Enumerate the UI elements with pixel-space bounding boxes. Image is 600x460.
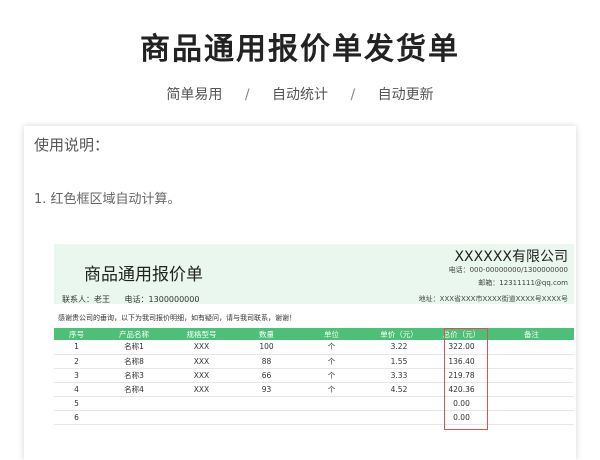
table-cell[interactable] [234,396,299,411]
table-cell[interactable] [364,410,434,425]
column-header: 规格型号 [169,328,234,340]
table-cell[interactable]: 5 [54,396,99,411]
table-cell[interactable]: 2 [54,354,99,369]
table-row: 1 名称1 XXX 100 个 3.22 322.00 [54,340,574,355]
page-title: 商品通用报价单发货单 [140,32,460,67]
table-row: 3 名称3 XXX 66 个 3.33 219.78 [54,368,574,383]
table-cell[interactable]: 322.00 [434,340,489,355]
preview-card: 使用说明： 1. 红色框区域自动计算。 商品通用报价单 XXXXXX有限公司 电… [24,126,576,460]
sheet-header: 商品通用报价单 XXXXXX有限公司 电话：000-00000000/13000… [54,244,574,304]
table-cell[interactable]: 个 [299,368,364,383]
table-cell[interactable]: 100 [234,340,299,355]
column-header: 单价（元） [364,328,434,340]
table-cell[interactable]: 136.40 [434,354,489,369]
table-cell[interactable]: 个 [299,382,364,397]
column-header: 数量 [234,328,299,340]
table-cell[interactable]: 1.55 [364,354,434,369]
table-cell[interactable]: 88 [234,354,299,369]
table-row: 6 0.00 [54,410,574,425]
table-cell[interactable]: XXX [169,382,234,397]
contact-phone: 电话：1300000000 [124,295,200,304]
table-row: 4 名称4 XXX 93 个 4.52 420.36 [54,382,574,397]
column-header: 总价（元） [434,328,489,340]
feature-item: 自动更新 [377,87,434,103]
contact-person: 联系人：老王 [62,295,110,304]
table-cell[interactable]: 3.22 [364,340,434,355]
table-cell[interactable]: 0.00 [434,396,489,411]
table-row: 5 0.00 [54,396,574,411]
table-cell[interactable] [169,410,234,425]
usage-item: 1. 红色框区域自动计算。 [34,192,181,207]
table-cell[interactable] [489,410,574,425]
table-cell[interactable]: 3.33 [364,368,434,383]
table-cell[interactable] [299,396,364,411]
table-cell[interactable]: XXX [169,354,234,369]
feature-item: 简单易用 [166,87,223,103]
table-cell[interactable] [99,396,169,411]
table-cell[interactable]: 93 [234,382,299,397]
table-cell[interactable]: 个 [299,354,364,369]
contact-line: 联系人：老王 电话：1300000000 [62,294,211,305]
items-table: 序号 产品名称 规格型号 数量 单位 单价（元） 总价（元） 备注 1 名称1 XX… [54,328,574,425]
company-address: 地址：XXX省XXX市XXXX街道XXXX号XXXX号 [418,295,568,303]
table-cell[interactable] [299,410,364,425]
table-cell[interactable] [489,354,574,369]
table-cell[interactable]: 0.00 [434,410,489,425]
table-cell[interactable] [489,382,574,397]
thanks-text: 感谢贵公司的垂询，以下为我司报价明细，如有疑问，请与我司联系，谢谢！ [58,314,296,322]
column-header: 序号 [54,328,99,340]
table-body: 1 名称1 XXX 100 个 3.22 322.00 2 名称8 XXX 88 个 1.55 136.4… [54,340,574,425]
table-cell[interactable] [489,340,574,355]
table-cell[interactable] [169,396,234,411]
table-cell[interactable]: 个 [299,340,364,355]
table-cell[interactable]: XXX [169,340,234,355]
table-cell[interactable]: 66 [234,368,299,383]
table-cell[interactable]: 4.52 [364,382,434,397]
table-cell[interactable]: 4 [54,382,99,397]
column-header: 备注 [489,328,574,340]
table-header-row: 序号 产品名称 规格型号 数量 单位 单价（元） 总价（元） 备注 [54,328,574,340]
table-cell[interactable]: 219.78 [434,368,489,383]
table-cell[interactable]: 6 [54,410,99,425]
quote-sheet: 商品通用报价单 XXXXXX有限公司 电话：000-00000000/13000… [54,244,574,460]
table-cell[interactable]: 名称1 [99,340,169,355]
table-cell[interactable] [364,396,434,411]
column-header: 单位 [299,328,364,340]
table-cell[interactable] [99,410,169,425]
table-row: 2 名称8 XXX 88 个 1.55 136.40 [54,354,574,369]
table-cell[interactable]: 3 [54,368,99,383]
company-email: 邮箱：12311111@qq.com [478,279,568,287]
feature-item: 自动统计 [272,87,328,103]
table-cell[interactable]: 名称4 [99,382,169,397]
feature-separator: / [244,87,250,103]
usage-title: 使用说明： [34,136,110,154]
feature-separator: / [350,87,356,103]
company-name: XXXXXX有限公司 [454,249,568,265]
feature-list: 简单易用 / 自动统计 / 自动更新 [0,84,600,104]
table-cell[interactable] [489,368,574,383]
table-cell[interactable]: 1 [54,340,99,355]
column-header: 产品名称 [99,328,169,340]
table-cell[interactable] [234,410,299,425]
table-cell[interactable]: 名称3 [99,368,169,383]
quote-title: 商品通用报价单 [84,265,203,285]
table-cell[interactable]: 名称8 [99,354,169,369]
table-cell[interactable] [489,396,574,411]
table-cell[interactable]: XXX [169,368,234,383]
table-cell[interactable]: 420.36 [434,382,489,397]
company-phone: 电话：000-00000000/1300000000 [448,266,568,274]
